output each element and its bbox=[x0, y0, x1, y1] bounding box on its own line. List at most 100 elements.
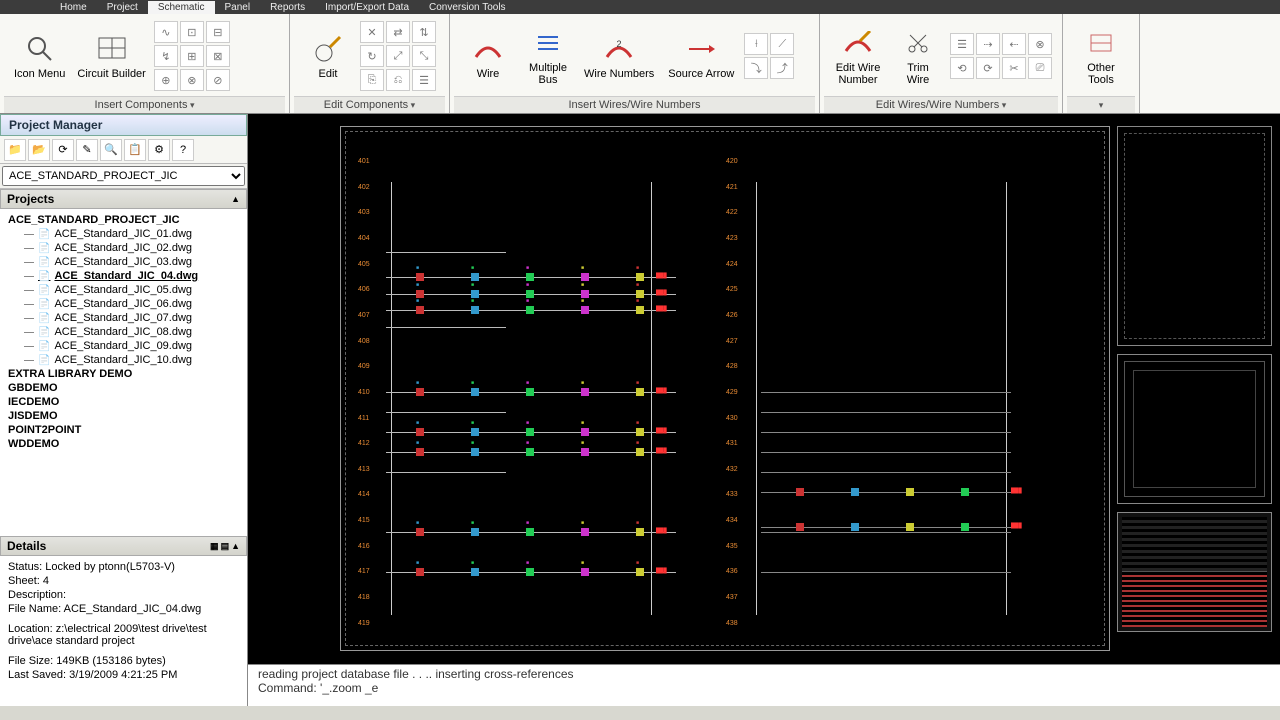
sm-btn[interactable]: ⇄ bbox=[386, 21, 410, 43]
sm-btn[interactable]: ⟋ bbox=[770, 33, 794, 55]
search-icon bbox=[23, 32, 57, 66]
tab-import-export[interactable]: Import/Export Data bbox=[315, 1, 419, 14]
sm-btn[interactable]: ⊞ bbox=[180, 45, 204, 67]
projects-header[interactable]: Projects ▲ bbox=[0, 189, 247, 209]
project-folder[interactable]: EXTRA LIBRARY DEMO bbox=[4, 367, 243, 381]
group-label: Insert Wires/Wire Numbers bbox=[568, 99, 700, 111]
collapse-icon[interactable]: ▲ bbox=[231, 194, 240, 204]
drawing-file[interactable]: ACE_Standard_JIC_06.dwg bbox=[4, 297, 243, 311]
detail-filesize: File Size: 149KB (153186 bytes) bbox=[8, 654, 239, 668]
collapse-icon[interactable]: ▲ bbox=[231, 541, 240, 551]
project-folder[interactable]: JISDEMO bbox=[4, 409, 243, 423]
tb-refresh[interactable]: ⟳ bbox=[52, 139, 74, 161]
details-header[interactable]: Details ▦ ▤ ▲ bbox=[0, 536, 247, 556]
sm-btn[interactable]: ⇅ bbox=[412, 21, 436, 43]
tb-tool1[interactable]: ✎ bbox=[76, 139, 98, 161]
project-folder[interactable]: WDDEMO bbox=[4, 437, 243, 451]
circuit-builder-button[interactable]: Circuit Builder bbox=[73, 30, 149, 82]
sm-btn[interactable]: ✂ bbox=[1002, 57, 1026, 79]
sm-btn[interactable]: ☰ bbox=[950, 33, 974, 55]
project-select[interactable]: ACE_STANDARD_PROJECT_JIC bbox=[2, 166, 245, 186]
sm-btn[interactable]: ✕ bbox=[360, 21, 384, 43]
drawing-file[interactable]: ACE_Standard_JIC_05.dwg bbox=[4, 283, 243, 297]
other-tools-button[interactable]: Other Tools bbox=[1073, 24, 1129, 88]
ribbon-tabs: Home Project Schematic Panel Reports Imp… bbox=[0, 0, 1280, 14]
sm-btn[interactable]: ⤴ bbox=[770, 57, 794, 79]
sm-btn[interactable]: ⎌ bbox=[386, 69, 410, 91]
command-line[interactable]: reading project database file . . .. ins… bbox=[248, 664, 1280, 706]
wire-button[interactable]: Wire bbox=[460, 30, 516, 82]
project-folder[interactable]: IECDEMO bbox=[4, 395, 243, 409]
panel-title: Project Manager bbox=[0, 114, 247, 136]
circuit-icon bbox=[95, 32, 129, 66]
svg-text:2: 2 bbox=[617, 39, 622, 49]
wire-numbers-button[interactable]: 2 Wire Numbers bbox=[580, 30, 658, 82]
insert-components-small: ∿⊡⊟ ↯⊞⊠ ⊕⊗⊘ bbox=[154, 21, 230, 91]
sm-btn[interactable]: ⟊ bbox=[744, 33, 768, 55]
sm-btn[interactable]: ↻ bbox=[360, 45, 384, 67]
detail-desc: Description: bbox=[8, 588, 239, 602]
drawing-file[interactable]: ACE_Standard_JIC_01.dwg bbox=[4, 227, 243, 241]
tab-home[interactable]: Home bbox=[50, 1, 97, 14]
sm-btn[interactable]: ⤡ bbox=[412, 45, 436, 67]
tb-tool3[interactable]: 📋 bbox=[124, 139, 146, 161]
drawing-file[interactable]: ACE_Standard_JIC_02.dwg bbox=[4, 241, 243, 255]
tab-reports[interactable]: Reports bbox=[260, 1, 315, 14]
drawing-file[interactable]: ACE_Standard_JIC_10.dwg bbox=[4, 353, 243, 367]
pencil-icon bbox=[311, 32, 345, 66]
tab-project[interactable]: Project bbox=[97, 1, 148, 14]
edit-button[interactable]: Edit bbox=[300, 30, 356, 82]
sm-btn[interactable]: ⊗ bbox=[1028, 33, 1052, 55]
view-toggle2-icon[interactable]: ▤ bbox=[221, 541, 230, 552]
project-folder[interactable]: ACE_STANDARD_PROJECT_JIC bbox=[4, 213, 243, 227]
titleblock-thumb1 bbox=[1117, 126, 1272, 346]
sm-btn[interactable]: ⊕ bbox=[154, 69, 178, 91]
details-body: Status: Locked by ptonn(L5703-V) Sheet: … bbox=[0, 556, 247, 706]
drawing-frame: 4014204024214034224044234054244064254074… bbox=[340, 126, 1110, 651]
tools-icon bbox=[1084, 26, 1118, 60]
project-folder[interactable]: POINT2POINT bbox=[4, 423, 243, 437]
sm-btn[interactable]: ⎘ bbox=[360, 69, 384, 91]
project-folder[interactable]: GBDEMO bbox=[4, 381, 243, 395]
icon-menu-button[interactable]: Icon Menu bbox=[10, 30, 69, 82]
sm-btn[interactable]: ⟳ bbox=[976, 57, 1000, 79]
sm-btn[interactable]: ⤢ bbox=[386, 45, 410, 67]
scissors-icon bbox=[901, 26, 935, 60]
edit-wire-number-button[interactable]: Edit Wire Number bbox=[830, 24, 886, 88]
tb-new[interactable]: 📁 bbox=[4, 139, 26, 161]
tb-tool2[interactable]: 🔍 bbox=[100, 139, 122, 161]
source-arrow-button[interactable]: Source Arrow bbox=[662, 30, 740, 82]
sm-btn[interactable]: ⤵ bbox=[744, 57, 768, 79]
sm-btn[interactable]: ⟲ bbox=[950, 57, 974, 79]
multiple-bus-button[interactable]: Multiple Bus bbox=[520, 24, 576, 88]
view-toggle-icon[interactable]: ▦ bbox=[210, 541, 219, 552]
drawing-file[interactable]: ACE_Standard_JIC_04.dwg bbox=[4, 269, 243, 283]
sm-btn[interactable]: ∿ bbox=[154, 21, 178, 43]
project-tree[interactable]: ACE_STANDARD_PROJECT_JICACE_Standard_JIC… bbox=[0, 209, 247, 536]
sm-btn[interactable]: ⊗ bbox=[180, 69, 204, 91]
sm-btn[interactable]: ⎚ bbox=[1028, 57, 1052, 79]
trim-wire-button[interactable]: Trim Wire bbox=[890, 24, 946, 88]
drawing-file[interactable]: ACE_Standard_JIC_09.dwg bbox=[4, 339, 243, 353]
ribbon: Icon Menu Circuit Builder ∿⊡⊟ ↯⊞⊠ ⊕⊗⊘ In… bbox=[0, 14, 1280, 114]
sm-btn[interactable]: ⇠ bbox=[1002, 33, 1026, 55]
drawing-file[interactable]: ACE_Standard_JIC_08.dwg bbox=[4, 325, 243, 339]
sm-btn[interactable]: ⊘ bbox=[206, 69, 230, 91]
detail-location: Location: z:\electrical 2009\test drive\… bbox=[8, 622, 239, 648]
drawing-file[interactable]: ACE_Standard_JIC_07.dwg bbox=[4, 311, 243, 325]
sm-btn[interactable]: ↯ bbox=[154, 45, 178, 67]
sm-btn[interactable]: ⊠ bbox=[206, 45, 230, 67]
drawing-canvas[interactable]: — ☐ ✕ 4014204024214034224044234054244064… bbox=[248, 114, 1280, 706]
sm-btn[interactable]: ⊡ bbox=[180, 21, 204, 43]
sm-btn[interactable]: ⊟ bbox=[206, 21, 230, 43]
tab-panel[interactable]: Panel bbox=[215, 1, 261, 14]
tb-tool4[interactable]: ⚙ bbox=[148, 139, 170, 161]
tb-open[interactable]: 📂 bbox=[28, 139, 50, 161]
drawing-file[interactable]: ACE_Standard_JIC_03.dwg bbox=[4, 255, 243, 269]
arrow-icon bbox=[684, 32, 718, 66]
tab-schematic[interactable]: Schematic bbox=[148, 1, 215, 14]
sm-btn[interactable]: ⇢ bbox=[976, 33, 1000, 55]
tb-help[interactable]: ? bbox=[172, 139, 194, 161]
tab-conversion[interactable]: Conversion Tools bbox=[419, 1, 516, 14]
sm-btn[interactable]: ☰ bbox=[412, 69, 436, 91]
